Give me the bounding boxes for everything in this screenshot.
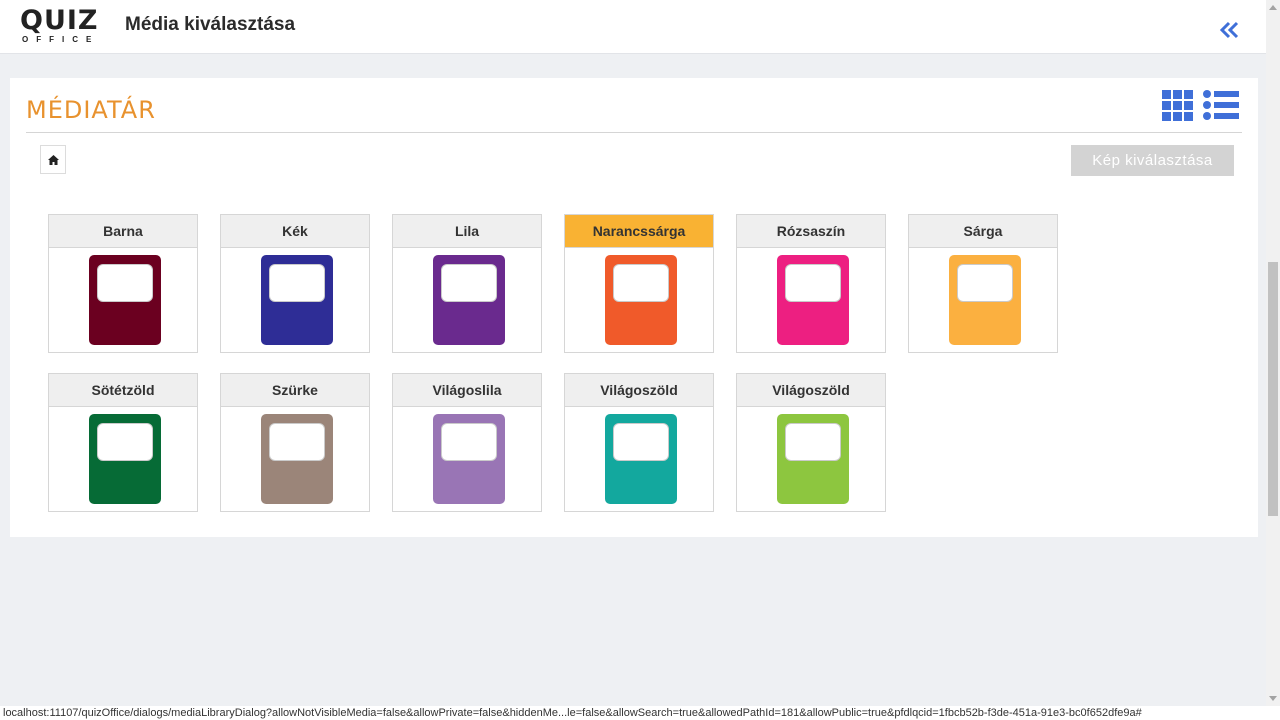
home-icon: [48, 155, 59, 165]
scroll-up-arrow-icon[interactable]: [1269, 5, 1277, 10]
folder-label: Világoszöld: [737, 374, 885, 407]
top-bar: QUIZ OFFICE Média kiválasztása: [0, 0, 1266, 54]
folder-label: Szürke: [221, 374, 369, 407]
home-button[interactable]: [40, 145, 66, 174]
folder-icon: [261, 414, 333, 504]
folder-label-plate: [785, 264, 841, 302]
folder-label-plate: [269, 423, 325, 461]
folder-card[interactable]: Barna: [48, 214, 198, 353]
page-title: Média kiválasztása: [125, 14, 296, 35]
select-image-button[interactable]: Kép kiválasztása: [1071, 145, 1234, 176]
folder-label: Kék: [221, 215, 369, 248]
folder-card[interactable]: Narancssárga: [564, 214, 714, 353]
scrollbar-thumb[interactable]: [1268, 262, 1278, 516]
double-chevron-left-icon[interactable]: [1218, 18, 1242, 42]
folder-label-plate: [441, 264, 497, 302]
folder-label-plate: [441, 423, 497, 461]
folder-card[interactable]: Sárga: [908, 214, 1058, 353]
folder-label: Sárga: [909, 215, 1057, 248]
media-library-title: MÉDIATÁR: [26, 96, 156, 124]
folder-icon: [777, 414, 849, 504]
folder-icon: [605, 255, 677, 345]
folder-icon: [89, 255, 161, 345]
folder-card[interactable]: Kék: [220, 214, 370, 353]
list-view-icon[interactable]: [1203, 90, 1239, 122]
folder-card[interactable]: Világoszöld: [736, 373, 886, 512]
folder-label-plate: [785, 423, 841, 461]
grid-view-icon[interactable]: [1162, 90, 1194, 122]
folder-label: Sötétzöld: [49, 374, 197, 407]
folder-icon: [433, 414, 505, 504]
folder-icon: [261, 255, 333, 345]
status-bar-url: localhost:11107/quizOffice/dialogs/media…: [0, 706, 1280, 720]
folder-label: Lila: [393, 215, 541, 248]
folder-icon: [433, 255, 505, 345]
vertical-scrollbar[interactable]: [1266, 0, 1280, 706]
logo-quiz-text: QUIZ: [20, 5, 99, 36]
quiz-office-logo: QUIZ OFFICE: [20, 6, 104, 46]
folder-icon: [89, 414, 161, 504]
folder-label-plate: [613, 423, 669, 461]
folder-label: Világoszöld: [565, 374, 713, 407]
folder-label: Barna: [49, 215, 197, 248]
folder-icon: [777, 255, 849, 345]
folder-card[interactable]: Szürke: [220, 373, 370, 512]
folder-card[interactable]: Lila: [392, 214, 542, 353]
folder-label-plate: [97, 423, 153, 461]
folder-icon: [605, 414, 677, 504]
folder-card[interactable]: Sötétzöld: [48, 373, 198, 512]
folder-card[interactable]: Világoszöld: [564, 373, 714, 512]
folder-label: Rózsaszín: [737, 215, 885, 248]
folder-label-plate: [613, 264, 669, 302]
folder-icon: [949, 255, 1021, 345]
media-library-panel: MÉDIATÁR Kép kiválasztása Barna Kék Lila Na…: [10, 78, 1258, 537]
logo-office-text: OFFICE: [22, 35, 100, 44]
folder-card[interactable]: Világoslila: [392, 373, 542, 512]
folder-card[interactable]: Rózsaszín: [736, 214, 886, 353]
folder-label: Világoslila: [393, 374, 541, 407]
scroll-down-arrow-icon[interactable]: [1269, 696, 1277, 701]
folder-label-plate: [97, 264, 153, 302]
title-divider: [26, 132, 1242, 133]
folder-label-plate: [269, 264, 325, 302]
folder-label: Narancssárga: [565, 215, 713, 248]
folder-label-plate: [957, 264, 1013, 302]
